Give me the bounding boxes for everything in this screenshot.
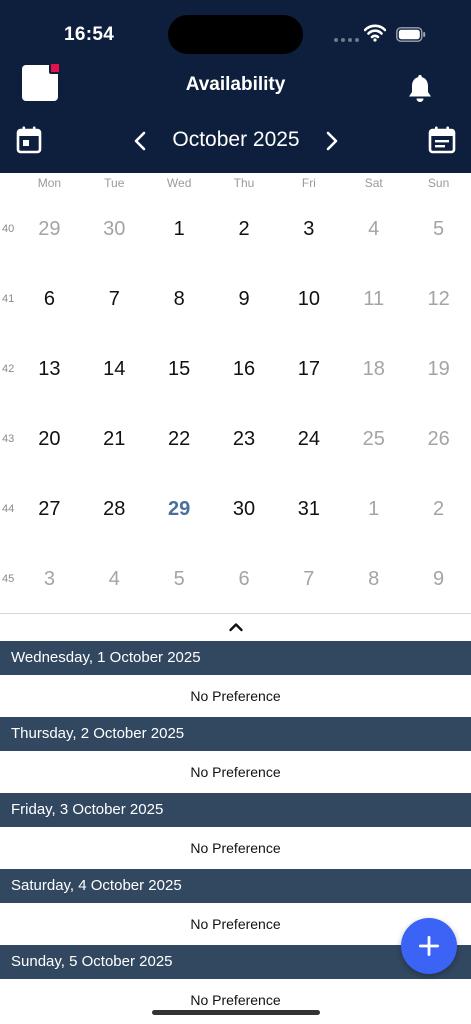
calendar-day[interactable]: 29 [17, 194, 82, 264]
weekday-label: Fri [301, 176, 316, 190]
calendar-week-row: 40 29 30 1 2 3 4 5 [0, 194, 471, 264]
calendar-day[interactable]: 15 [147, 334, 212, 404]
status-time: 16:54 [64, 24, 115, 45]
calendar-day[interactable]: 8 [147, 264, 212, 334]
chevron-right-icon[interactable] [318, 128, 344, 154]
plus-icon [419, 936, 439, 956]
date-header: Saturday, 4 October 2025 [0, 869, 471, 903]
chevron-left-icon[interactable] [128, 128, 154, 154]
weekday-label: Tue [104, 176, 125, 190]
calendar-day[interactable]: 23 [212, 404, 277, 474]
calendar-day[interactable]: 2 [212, 194, 277, 264]
chevron-up-icon[interactable] [224, 617, 248, 637]
calendar-day[interactable]: 20 [17, 404, 82, 474]
date-header: Wednesday, 1 October 2025 [0, 641, 471, 675]
dynamic-island [168, 15, 303, 54]
calendar-day[interactable]: 19 [406, 334, 471, 404]
weekday-label: Sun [427, 176, 450, 190]
calendar-week-row: 42 13 14 15 16 17 18 19 [0, 334, 471, 404]
calendar-week-row: 44 27 28 29 30 31 1 2 [0, 474, 471, 544]
calendar-day[interactable]: 13 [17, 334, 82, 404]
calendar-day[interactable]: 1 [147, 194, 212, 264]
week-number: 43 [2, 433, 15, 445]
preference-row[interactable]: No Preference [0, 751, 471, 793]
calendar-day[interactable]: 9 [212, 264, 277, 334]
week-days: 13 14 15 16 17 18 19 [17, 334, 471, 404]
preference-row[interactable]: No Preference [0, 675, 471, 717]
week-days: 6 7 8 9 10 11 12 [17, 264, 471, 334]
calendar-day[interactable]: 8 [341, 544, 406, 614]
calendar-day[interactable]: 3 [17, 544, 82, 614]
page-title: Availability [185, 74, 286, 95]
week-days: 3456789 [17, 544, 471, 614]
calendar-day[interactable]: 12 [406, 264, 471, 334]
calendar-day[interactable]: 6 [212, 544, 277, 614]
calendar-day[interactable]: 26 [406, 404, 471, 474]
bell-icon[interactable] [406, 74, 434, 104]
calendar-day[interactable]: 18 [341, 334, 406, 404]
date-header: Friday, 3 October 2025 [0, 793, 471, 827]
calendar-day[interactable]: 5 [147, 544, 212, 614]
calendar-day[interactable]: 31 [276, 474, 341, 544]
calendar-day[interactable]: 22 [147, 404, 212, 474]
calendar-day[interactable]: 1 [341, 474, 406, 544]
week-number: 40 [2, 223, 15, 235]
logo-accent [49, 62, 61, 74]
week-number: 44 [2, 503, 15, 515]
calendar-day[interactable]: 7 [276, 544, 341, 614]
calendar-day[interactable]: 16 [212, 334, 277, 404]
battery-icon [396, 27, 426, 42]
weekday-label: Wed [166, 176, 192, 190]
calendar-day[interactable]: 6 [17, 264, 82, 334]
calendar-day[interactable]: 25 [341, 404, 406, 474]
calendar-icon[interactable] [16, 126, 42, 154]
calendar-day[interactable]: 10 [276, 264, 341, 334]
calendar-day[interactable]: 14 [82, 334, 147, 404]
preference-row[interactable]: No Preference [0, 827, 471, 869]
calendar-day[interactable]: 24 [276, 404, 341, 474]
cellular-signal-icon [334, 38, 359, 42]
calendar-day[interactable]: 30 [82, 194, 147, 264]
calendar-week-row: 43 20 21 22 23 24 25 26 [0, 404, 471, 474]
week-number: 42 [2, 363, 15, 375]
calendar-day[interactable]: 27 [17, 474, 82, 544]
week-days: 27 28 29 30 31 1 2 [17, 474, 471, 544]
weekday-label: Mon [37, 176, 62, 190]
weekday-label: Sat [364, 176, 383, 190]
calendar-day[interactable]: 17 [276, 334, 341, 404]
calendar-day[interactable]: 21 [82, 404, 147, 474]
app-header: 16:54 Availability October 2025 [0, 0, 471, 173]
calendar-day-today[interactable]: 29 [147, 474, 212, 544]
weekday-label: Thu [233, 176, 255, 190]
calendar-day[interactable]: 11 [341, 264, 406, 334]
home-indicator [152, 1010, 320, 1015]
week-number: 45 [2, 573, 15, 585]
week-days: 29 30 1 2 3 4 5 [17, 194, 471, 264]
calendar-day[interactable]: 28 [82, 474, 147, 544]
wifi-icon [364, 24, 386, 42]
add-availability-button[interactable] [401, 918, 457, 974]
calendar-day[interactable]: 9 [406, 544, 471, 614]
preference-row[interactable]: No Preference [0, 903, 471, 945]
weekday-header-row: Mon Tue Wed Thu Fri Sat Sun [17, 176, 471, 190]
calendar-day[interactable]: 2 [406, 474, 471, 544]
week-days: 20 21 22 23 24 25 26 [17, 404, 471, 474]
divider [0, 613, 471, 614]
availability-list: Wednesday, 1 October 2025 No Preference Th… [0, 641, 471, 1021]
calendar-day[interactable]: 4 [82, 544, 147, 614]
month-label: October 2025 [172, 128, 300, 151]
date-header: Thursday, 2 October 2025 [0, 717, 471, 751]
week-number: 41 [2, 293, 15, 305]
calendar-day[interactable]: 30 [212, 474, 277, 544]
calendar-week-row: 45 3 4 5 6 7 8 9 [0, 544, 471, 614]
calendar-day[interactable]: 3 [276, 194, 341, 264]
calendar-list-icon[interactable] [428, 126, 456, 154]
calendar-day[interactable]: 4 [341, 194, 406, 264]
calendar-day[interactable]: 7 [82, 264, 147, 334]
calendar-week-row: 41 6 7 8 9 10 11 12 [0, 264, 471, 334]
calendar-day[interactable]: 5 [406, 194, 471, 264]
